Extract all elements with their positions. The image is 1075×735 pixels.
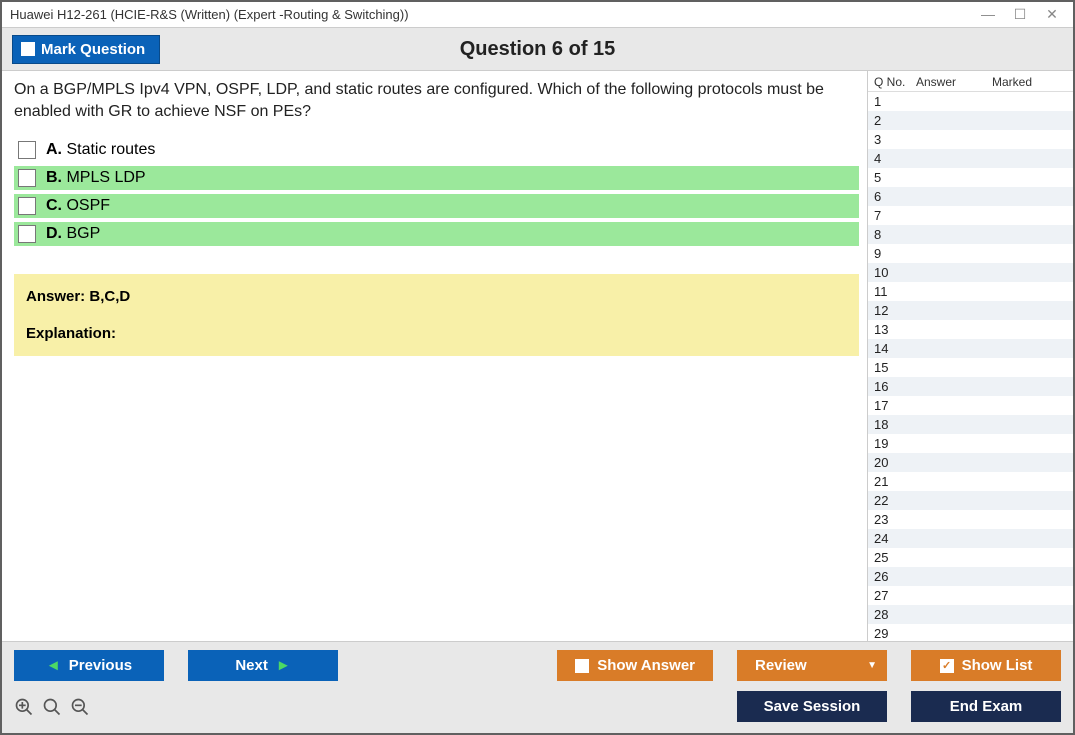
window-controls: — ☐ ✕ (981, 6, 1065, 23)
col-marked: Marked (992, 75, 1069, 89)
checkbox-icon (575, 659, 589, 673)
close-icon[interactable]: ✕ (1045, 6, 1059, 23)
question-text: On a BGP/MPLS Ipv4 VPN, OSPF, LDP, and s… (14, 79, 859, 122)
list-item[interactable]: 8 (868, 225, 1073, 244)
question-list-panel: Q No. Answer Marked 12345678910111213141… (867, 71, 1073, 641)
list-item[interactable]: 26 (868, 567, 1073, 586)
list-item[interactable]: 14 (868, 339, 1073, 358)
maximize-icon[interactable]: ☐ (1013, 6, 1027, 23)
list-item[interactable]: 22 (868, 491, 1073, 510)
list-item[interactable]: 24 (868, 529, 1073, 548)
list-item[interactable]: 3 (868, 130, 1073, 149)
zoom-reset-icon[interactable] (42, 697, 62, 723)
end-exam-button[interactable]: End Exam (911, 691, 1061, 722)
content-row: On a BGP/MPLS Ipv4 VPN, OSPF, LDP, and s… (2, 71, 1073, 641)
list-item[interactable]: 19 (868, 434, 1073, 453)
list-item[interactable]: 20 (868, 453, 1073, 472)
option-c[interactable]: C. OSPF (14, 194, 859, 218)
option-a[interactable]: A. Static routes (14, 138, 859, 162)
save-session-button[interactable]: Save Session (737, 691, 887, 722)
list-item[interactable]: 10 (868, 263, 1073, 282)
list-item[interactable]: 27 (868, 586, 1073, 605)
list-item[interactable]: 25 (868, 548, 1073, 567)
review-button[interactable]: Review ▼ (737, 650, 887, 681)
list-item[interactable]: 2 (868, 111, 1073, 130)
explanation-label: Explanation: (26, 325, 847, 342)
list-item[interactable]: 12 (868, 301, 1073, 320)
mark-question-button[interactable]: Mark Question (12, 35, 160, 64)
zoom-controls (14, 689, 90, 723)
answer-panel: Answer: B,C,D Explanation: (14, 274, 859, 356)
zoom-out-icon[interactable] (70, 697, 90, 723)
col-qno: Q No. (874, 75, 916, 89)
window-title: Huawei H12-261 (HCIE-R&S (Written) (Expe… (10, 7, 409, 22)
list-item[interactable]: 6 (868, 187, 1073, 206)
list-item[interactable]: 9 (868, 244, 1073, 263)
checkbox-checked-icon: ✓ (940, 659, 954, 673)
checkbox-icon[interactable] (18, 225, 36, 243)
header-bar: Mark Question Question 6 of 15 (2, 27, 1073, 71)
list-item[interactable]: 28 (868, 605, 1073, 624)
minimize-icon[interactable]: — (981, 6, 995, 23)
col-answer: Answer (916, 75, 992, 89)
answer-line: Answer: B,C,D (26, 288, 847, 305)
option-label: C. OSPF (46, 197, 110, 215)
option-label: B. MPLS LDP (46, 169, 146, 187)
list-item[interactable]: 11 (868, 282, 1073, 301)
list-item[interactable]: 16 (868, 377, 1073, 396)
show-list-button[interactable]: ✓ Show List (911, 650, 1061, 681)
option-b[interactable]: B. MPLS LDP (14, 166, 859, 190)
list-item[interactable]: 17 (868, 396, 1073, 415)
list-item[interactable]: 21 (868, 472, 1073, 491)
bottom-bar: ◄ Previous Next ► Show Answer Review ▼ ✓… (2, 641, 1073, 733)
list-item[interactable]: 23 (868, 510, 1073, 529)
option-d[interactable]: D. BGP (14, 222, 859, 246)
list-item[interactable]: 13 (868, 320, 1073, 339)
list-item[interactable]: 1 (868, 92, 1073, 111)
option-label: A. Static routes (46, 141, 155, 159)
chevron-down-icon: ▼ (867, 660, 877, 671)
question-list[interactable]: 1234567891011121314151617181920212223242… (868, 92, 1073, 641)
list-item[interactable]: 4 (868, 149, 1073, 168)
question-counter: Question 6 of 15 (460, 38, 616, 61)
button-row: ◄ Previous Next ► Show Answer Review ▼ ✓… (14, 650, 1061, 681)
checkbox-icon[interactable] (18, 169, 36, 187)
list-item[interactable]: 18 (868, 415, 1073, 434)
main-column: On a BGP/MPLS Ipv4 VPN, OSPF, LDP, and s… (2, 71, 867, 641)
checkbox-icon (21, 42, 35, 56)
titlebar: Huawei H12-261 (HCIE-R&S (Written) (Expe… (2, 2, 1073, 27)
mark-label: Mark Question (41, 41, 145, 58)
app-window: Huawei H12-261 (HCIE-R&S (Written) (Expe… (0, 0, 1075, 735)
previous-button[interactable]: ◄ Previous (14, 650, 164, 681)
list-item[interactable]: 29 (868, 624, 1073, 641)
chevron-left-icon: ◄ (46, 657, 61, 674)
list-item[interactable]: 5 (868, 168, 1073, 187)
chevron-right-icon: ► (276, 657, 291, 674)
list-header: Q No. Answer Marked (868, 71, 1073, 92)
checkbox-icon[interactable] (18, 197, 36, 215)
show-answer-button[interactable]: Show Answer (557, 650, 713, 681)
option-label: D. BGP (46, 225, 100, 243)
options-list: A. Static routes B. MPLS LDP C. OSPF D. BGP (14, 138, 859, 246)
checkbox-icon[interactable] (18, 141, 36, 159)
zoom-in-icon[interactable] (14, 697, 34, 723)
button-row-2: Save Session End Exam (14, 689, 1061, 723)
list-item[interactable]: 15 (868, 358, 1073, 377)
list-item[interactable]: 7 (868, 206, 1073, 225)
next-button[interactable]: Next ► (188, 650, 338, 681)
